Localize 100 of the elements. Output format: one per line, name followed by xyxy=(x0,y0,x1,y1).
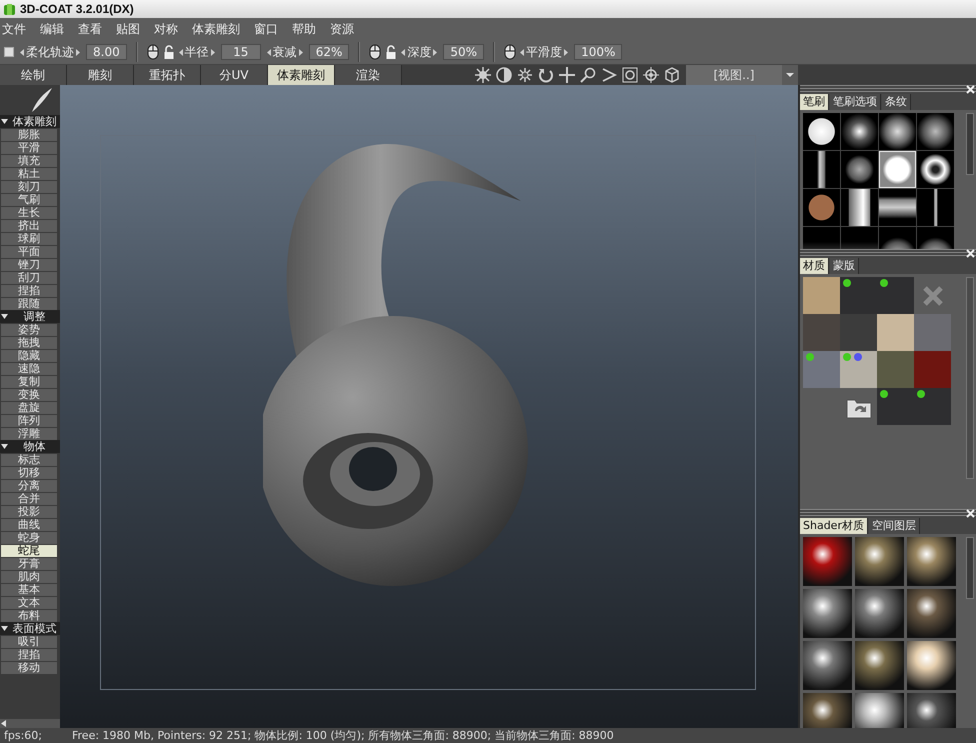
texture-thumbnail[interactable] xyxy=(877,351,914,388)
increase-arrow-icon[interactable] xyxy=(76,48,80,56)
mouse-icon[interactable] xyxy=(369,44,382,60)
shader-sphere-thumbnail[interactable] xyxy=(803,537,852,586)
texture-thumbnail[interactable] xyxy=(914,314,951,351)
3d-viewport[interactable] xyxy=(60,85,798,728)
shader-sphere-thumbnail[interactable] xyxy=(803,589,852,638)
decrease-arrow-icon[interactable] xyxy=(520,48,524,56)
figure-thumbnail[interactable] xyxy=(803,351,840,388)
brush-thumbnail[interactable] xyxy=(917,189,954,226)
value-field[interactable]: 15 xyxy=(220,44,261,60)
panel-tab[interactable]: 笔刷选项 xyxy=(830,94,881,110)
burst-icon[interactable] xyxy=(517,67,533,83)
tool-button[interactable]: 肌肉 xyxy=(1,571,57,583)
shader-sphere-thumbnail[interactable] xyxy=(855,693,904,728)
photo-placeholder[interactable] xyxy=(877,277,914,314)
cube-icon[interactable] xyxy=(664,67,680,83)
shader-sphere-thumbnail[interactable] xyxy=(803,693,852,728)
tool-button[interactable]: 隐藏 xyxy=(1,350,57,362)
tool-button[interactable]: 挤出 xyxy=(1,220,57,232)
checkbox[interactable] xyxy=(4,47,14,57)
collapse-arrow-icon[interactable] xyxy=(1,119,8,124)
shader-sphere-thumbnail[interactable] xyxy=(803,641,852,690)
mode-tab[interactable]: 雕刻 xyxy=(67,65,134,85)
shader-sphere-thumbnail[interactable] xyxy=(855,589,904,638)
menu-item[interactable]: 文件 xyxy=(2,20,26,38)
brush-thumbnail[interactable] xyxy=(879,151,916,188)
decrease-arrow-icon[interactable] xyxy=(20,48,24,56)
panel-tab[interactable]: Shader材质 xyxy=(800,518,868,534)
texture-thumbnail[interactable] xyxy=(840,314,877,351)
tool-button[interactable]: 浮雕 xyxy=(1,428,57,440)
tool-button[interactable]: 文本 xyxy=(1,597,57,609)
mode-tab[interactable]: 体素雕刻 xyxy=(268,65,335,85)
tool-button[interactable]: 平面 xyxy=(1,246,57,258)
mode-tab[interactable]: 绘制 xyxy=(0,65,67,85)
tool-button[interactable]: 刻刀 xyxy=(1,181,57,193)
tool-button[interactable]: 捏掐 xyxy=(1,649,57,661)
brush-thumbnail[interactable] xyxy=(841,113,878,150)
brush-thumbnail[interactable] xyxy=(879,113,916,150)
texture-thumbnail[interactable] xyxy=(877,314,914,351)
tool-button[interactable]: 拖拽 xyxy=(1,337,57,349)
tool-button[interactable]: 粘土 xyxy=(1,168,57,180)
tool-button[interactable]: 锉刀 xyxy=(1,259,57,271)
close-icon[interactable] xyxy=(966,85,975,94)
panel-tab[interactable]: 笔刷 xyxy=(800,94,829,110)
target-icon[interactable] xyxy=(643,67,659,83)
tool-button[interactable]: 标志 xyxy=(1,454,57,466)
tool-button[interactable]: 生长 xyxy=(1,207,57,219)
scroll-left-icon[interactable] xyxy=(1,720,6,727)
move-icon[interactable] xyxy=(559,67,575,83)
mouse-icon[interactable] xyxy=(504,44,516,60)
lock-icon[interactable] xyxy=(385,44,398,60)
tool-button[interactable]: 盘旋 xyxy=(1,402,57,414)
shader-sphere-thumbnail[interactable] xyxy=(855,537,904,586)
menu-item[interactable]: 查看 xyxy=(78,20,102,38)
shader-sphere-thumbnail[interactable] xyxy=(907,693,956,728)
tool-button[interactable]: 布料 xyxy=(1,610,57,622)
zoom-icon[interactable] xyxy=(580,67,596,83)
brush-thumbnail[interactable] xyxy=(917,113,954,150)
tool-button[interactable]: 变换 xyxy=(1,389,57,401)
decrease-arrow-icon[interactable] xyxy=(266,48,271,56)
photo-placeholder[interactable] xyxy=(840,277,877,314)
vertical-scrollbar[interactable] xyxy=(966,537,974,599)
perspective-icon[interactable] xyxy=(601,67,617,83)
increase-arrow-icon[interactable] xyxy=(298,48,303,56)
brush-thumbnail[interactable] xyxy=(879,189,916,226)
texture-thumbnail[interactable] xyxy=(914,351,951,388)
tool-button[interactable]: 膨胀 xyxy=(1,129,57,141)
brush-thumbnail[interactable] xyxy=(841,189,878,226)
increase-arrow-icon[interactable] xyxy=(433,48,438,56)
tool-button[interactable]: 基本 xyxy=(1,584,57,596)
tool-button[interactable]: 捏掐 xyxy=(1,285,57,297)
contrast-icon[interactable] xyxy=(496,67,512,83)
decrease-arrow-icon[interactable] xyxy=(401,48,406,56)
panel-tab[interactable]: 蒙版 xyxy=(830,258,859,274)
tool-button[interactable]: 分离 xyxy=(1,480,57,492)
brush-thumbnail[interactable] xyxy=(803,189,840,226)
tool-button[interactable]: 投影 xyxy=(1,506,57,518)
collapse-arrow-icon[interactable] xyxy=(1,314,8,319)
menu-item[interactable]: 贴图 xyxy=(116,20,140,38)
menu-item[interactable]: 编辑 xyxy=(40,20,64,38)
shader-sphere-thumbnail[interactable] xyxy=(907,641,956,690)
rotate-icon[interactable] xyxy=(538,67,554,83)
panel-tab[interactable]: 条纹 xyxy=(882,94,911,110)
tool-button[interactable]: 曲线 xyxy=(1,519,57,531)
value-field[interactable]: 8.00 xyxy=(86,44,127,60)
tool-button[interactable]: 填充 xyxy=(1,155,57,167)
dropdown-caret-icon[interactable] xyxy=(782,65,798,85)
horizontal-scrollbar[interactable] xyxy=(0,719,60,728)
brush-thumbnail[interactable] xyxy=(803,151,840,188)
tool-button[interactable]: 阵列 xyxy=(1,415,57,427)
lock-icon[interactable] xyxy=(162,44,175,60)
shader-sphere-thumbnail[interactable] xyxy=(907,537,956,586)
frame-icon[interactable] xyxy=(622,67,638,83)
tool-button[interactable]: 刮刀 xyxy=(1,272,57,284)
close-icon[interactable] xyxy=(966,509,975,518)
photo-placeholder[interactable] xyxy=(877,388,914,425)
view-dropdown[interactable]: [视图..] xyxy=(686,65,782,85)
texture-thumbnail[interactable] xyxy=(803,314,840,351)
tool-button[interactable]: 切移 xyxy=(1,467,57,479)
